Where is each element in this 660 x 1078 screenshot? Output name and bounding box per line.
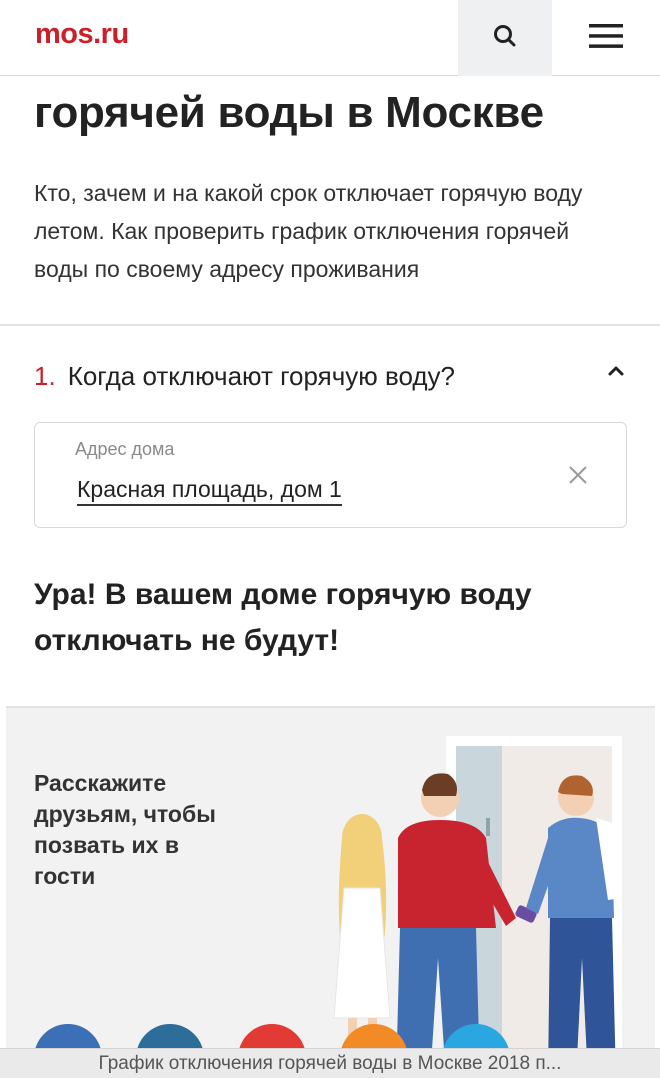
address-field-label: Адрес дома: [75, 439, 175, 459]
top-header: mos.ru: [0, 0, 660, 76]
page-title: горячей воды в Москве: [34, 88, 544, 137]
bottom-page-title-bar: График отключения горячей воды в Москве …: [0, 1048, 660, 1078]
section-divider: [0, 324, 660, 326]
search-button[interactable]: [458, 0, 552, 76]
accordion-title: Когда отключают горячую воду?: [67, 360, 456, 391]
address-field-value[interactable]: Красная площадь, дом 1: [77, 475, 342, 506]
share-block: Расскажите друзьям, чтобы позвать их в г…: [6, 706, 655, 1078]
close-icon[interactable]: [566, 463, 590, 487]
accordion-number: 1.: [34, 360, 56, 391]
accordion-header[interactable]: 1. Когда отключают горячую воду?: [34, 356, 634, 396]
chevron-up-icon[interactable]: [606, 364, 626, 383]
address-field[interactable]: Адрес дома Красная площадь, дом 1: [34, 422, 627, 528]
site-logo[interactable]: mos.ru: [35, 18, 129, 51]
hamburger-menu-icon: [589, 23, 623, 54]
article-lead: Кто, зачем и на какой срок отключает гор…: [34, 180, 583, 282]
menu-button[interactable]: [552, 0, 660, 76]
share-text: Расскажите друзьям, чтобы позвать их в г…: [34, 770, 216, 889]
result-message: Ура! В вашем доме горячую воду отключать…: [34, 578, 532, 657]
search-icon: [492, 23, 518, 54]
